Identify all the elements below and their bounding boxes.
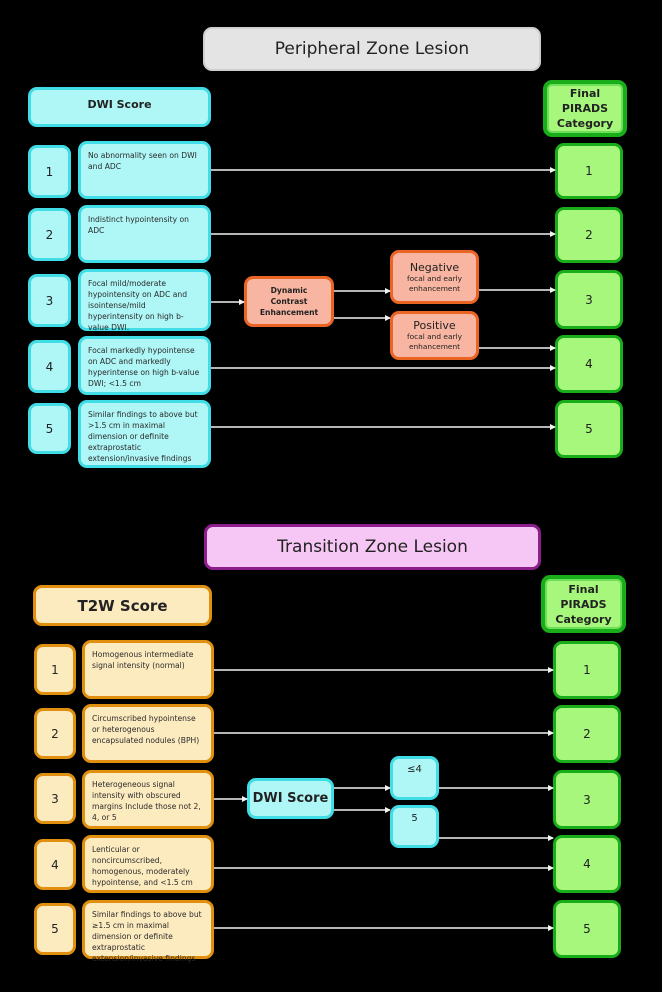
pz-description-5: Similar findings to above but >1.5 cm in…	[78, 400, 211, 468]
tz-final-3-text: 3	[583, 792, 591, 807]
dce-positive-subtitle: focal and early enhancement	[407, 332, 462, 351]
peripheral-zone-title-text: Peripheral Zone Lesion	[274, 39, 470, 59]
pz-final-pirads-header-text: Final PIRADS Category	[556, 87, 614, 130]
pz-final-2-text: 2	[585, 228, 593, 242]
tz-description-2: Circumscribed hypointense or heterogenou…	[82, 704, 214, 763]
tz-score-2-text: 2	[51, 726, 59, 741]
pz-description-3: Focal mild/moderate hypointensity on ADC…	[78, 269, 211, 332]
dce-negative-box: Negative focal and early enhancement	[390, 250, 479, 304]
tz-final-4: 4	[553, 835, 621, 893]
tz-description-3: Heterogeneous signal intensity with obsc…	[82, 770, 214, 829]
tz-final-2-text: 2	[583, 727, 591, 741]
dce-positive-box: Positive focal and early enhancement	[390, 311, 479, 360]
tz-final-2: 2	[553, 705, 621, 763]
tz-t2w-score-header: T2W Score	[33, 585, 212, 626]
dce-negative-subtitle: focal and early enhancement	[407, 273, 462, 293]
tz-score-5: 5	[34, 903, 76, 955]
tz-final-3: 3	[553, 770, 621, 829]
tz-description-4: Lenticular or noncircumscribed, homogeno…	[82, 835, 214, 893]
dynamic-contrast-enhancement-text: Dynamic Contrast Enhancement	[259, 286, 319, 317]
tz-final-5-text: 5	[583, 922, 591, 936]
tz-dwi-score-box: DWI Score	[247, 778, 334, 819]
tz-dwi-score-text: DWI Score	[252, 791, 329, 806]
pz-score-1: 1	[28, 145, 71, 198]
tz-score-5-text: 5	[51, 922, 59, 936]
pz-score-2-text: 2	[45, 227, 54, 242]
pz-final-3: 3	[555, 270, 623, 329]
pz-score-2: 2	[28, 208, 71, 261]
tz-score-1-text: 1	[51, 662, 59, 677]
transition-zone-title: Transition Zone Lesion	[204, 524, 541, 570]
tz-score-4-text: 4	[51, 857, 59, 872]
tz-dwi-low-box: ≤4	[390, 756, 439, 800]
pz-final-2: 2	[555, 207, 623, 263]
tz-score-2: 2	[34, 708, 76, 759]
pz-final-4: 4	[555, 335, 623, 393]
pz-score-5: 5	[28, 403, 71, 454]
pz-final-pirads-header: Final PIRADS Category	[543, 80, 627, 137]
tz-score-4: 4	[34, 839, 76, 890]
tz-score-1: 1	[34, 644, 76, 695]
pz-final-5: 5	[555, 400, 623, 458]
tz-final-5: 5	[553, 900, 621, 958]
pz-final-4-text: 4	[585, 357, 593, 371]
transition-zone-title-text: Transition Zone Lesion	[277, 537, 468, 557]
dynamic-contrast-enhancement-box: Dynamic Contrast Enhancement	[244, 276, 334, 327]
pz-score-1-text: 1	[45, 164, 54, 179]
tz-description-5: Similar findings to above but ≥1.5 cm in…	[82, 900, 214, 963]
peripheral-zone-title: Peripheral Zone Lesion	[203, 27, 541, 71]
dce-positive-title: Positive	[413, 319, 456, 332]
pz-score-3: 3	[28, 274, 71, 327]
pz-final-1-text: 1	[585, 164, 593, 178]
tz-dwi-low-text: ≤4	[407, 764, 422, 775]
pz-score-4-text: 4	[45, 359, 54, 374]
pz-dwi-score-header-text: DWI Score	[87, 98, 152, 111]
pz-dwi-score-header: DWI Score	[28, 87, 211, 127]
tz-final-pirads-header-text: Final PIRADS Category	[555, 582, 612, 626]
pz-description-4: Focal markedly hypointense on ADC and ma…	[78, 336, 211, 395]
tz-dwi-high-box: 5	[390, 805, 439, 848]
pz-description-2: Indistinct hypointensity on ADC	[78, 205, 211, 263]
tz-score-3-text: 3	[51, 791, 59, 806]
pz-score-5-text: 5	[45, 421, 54, 436]
tz-final-1: 1	[553, 641, 621, 699]
pz-score-4: 4	[28, 340, 71, 393]
pz-final-1: 1	[555, 143, 623, 199]
tz-final-pirads-header: Final PIRADS Category	[541, 575, 626, 633]
tz-description-1: Homogenous intermediate signal intensity…	[82, 640, 214, 699]
tz-dwi-high-text: 5	[411, 813, 418, 824]
tz-t2w-score-header-text: T2W Score	[77, 596, 168, 615]
tz-final-1-text: 1	[583, 663, 591, 677]
tz-score-3: 3	[34, 773, 76, 824]
pz-score-3-text: 3	[45, 293, 54, 308]
pz-final-5-text: 5	[585, 422, 593, 436]
pz-final-3-text: 3	[585, 292, 593, 307]
pz-description-1: No abnormality seen on DWI and ADC	[78, 141, 211, 199]
tz-final-4-text: 4	[583, 857, 591, 871]
dce-negative-title: Negative	[409, 260, 460, 274]
